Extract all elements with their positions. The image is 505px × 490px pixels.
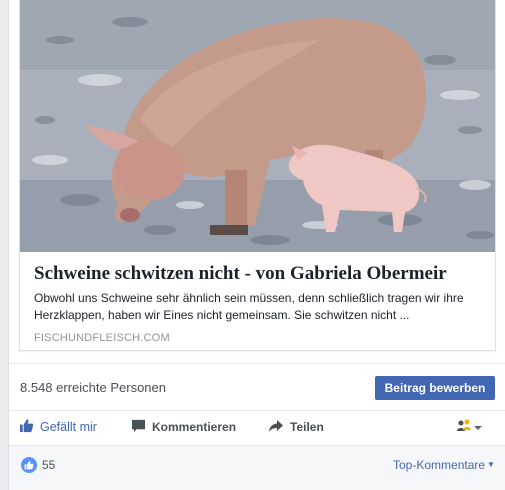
like-reaction-icon xyxy=(21,457,37,473)
post-card: Schweine schwitzen nicht - von Gabriela … xyxy=(8,0,505,490)
comment-icon xyxy=(131,419,146,436)
share-label: Teilen xyxy=(290,420,324,434)
link-preview-image[interactable] xyxy=(20,0,495,252)
link-preview-card[interactable]: Schweine schwitzen nicht - von Gabriela … xyxy=(19,0,496,351)
like-label: Gefällt mir xyxy=(40,420,97,434)
description-line-1: Obwohl uns Schweine sehr ähnlich sein mü… xyxy=(34,291,464,305)
link-preview-description[interactable]: Obwohl uns Schweine sehr ähnlich sein mü… xyxy=(34,290,489,324)
comment-sort-label: Top-Kommentare xyxy=(393,458,486,472)
description-line-2: Herzklappen, haben wir Eines nicht gemei… xyxy=(34,308,410,322)
pig-photo xyxy=(20,0,495,252)
like-button[interactable]: Gefällt mir xyxy=(19,410,97,444)
thumbs-up-icon xyxy=(19,418,34,436)
share-arrow-icon xyxy=(268,419,284,436)
audience-selector[interactable] xyxy=(457,418,483,437)
audience-selector-icon xyxy=(457,418,473,437)
share-button[interactable]: Teilen xyxy=(268,410,324,444)
caret-down-icon: ▼ xyxy=(487,460,495,469)
like-count: 55 xyxy=(42,458,56,472)
promote-post-button[interactable]: Beitrag bewerben xyxy=(375,376,495,400)
reactions-row: 55 Top-Kommentare ▼ xyxy=(9,446,505,490)
post-action-bar: Gefällt mir Kommentieren Teilen xyxy=(9,410,505,444)
reach-row: 8.548 erreichte Personen Beitrag bewerbe… xyxy=(9,364,505,410)
reach-count[interactable]: 8.548 erreichte Personen xyxy=(20,380,166,395)
comment-label: Kommentieren xyxy=(152,420,237,434)
link-preview-title[interactable]: Schweine schwitzen nicht - von Gabriela … xyxy=(34,262,486,286)
comment-button[interactable]: Kommentieren xyxy=(131,410,236,444)
comment-sort-dropdown[interactable]: Top-Kommentare ▼ xyxy=(393,458,495,472)
chevron-down-icon xyxy=(473,419,483,437)
reaction-summary[interactable]: 55 xyxy=(21,457,55,473)
link-preview-domain: FISCHUNDFLEISCH.COM xyxy=(34,332,170,344)
